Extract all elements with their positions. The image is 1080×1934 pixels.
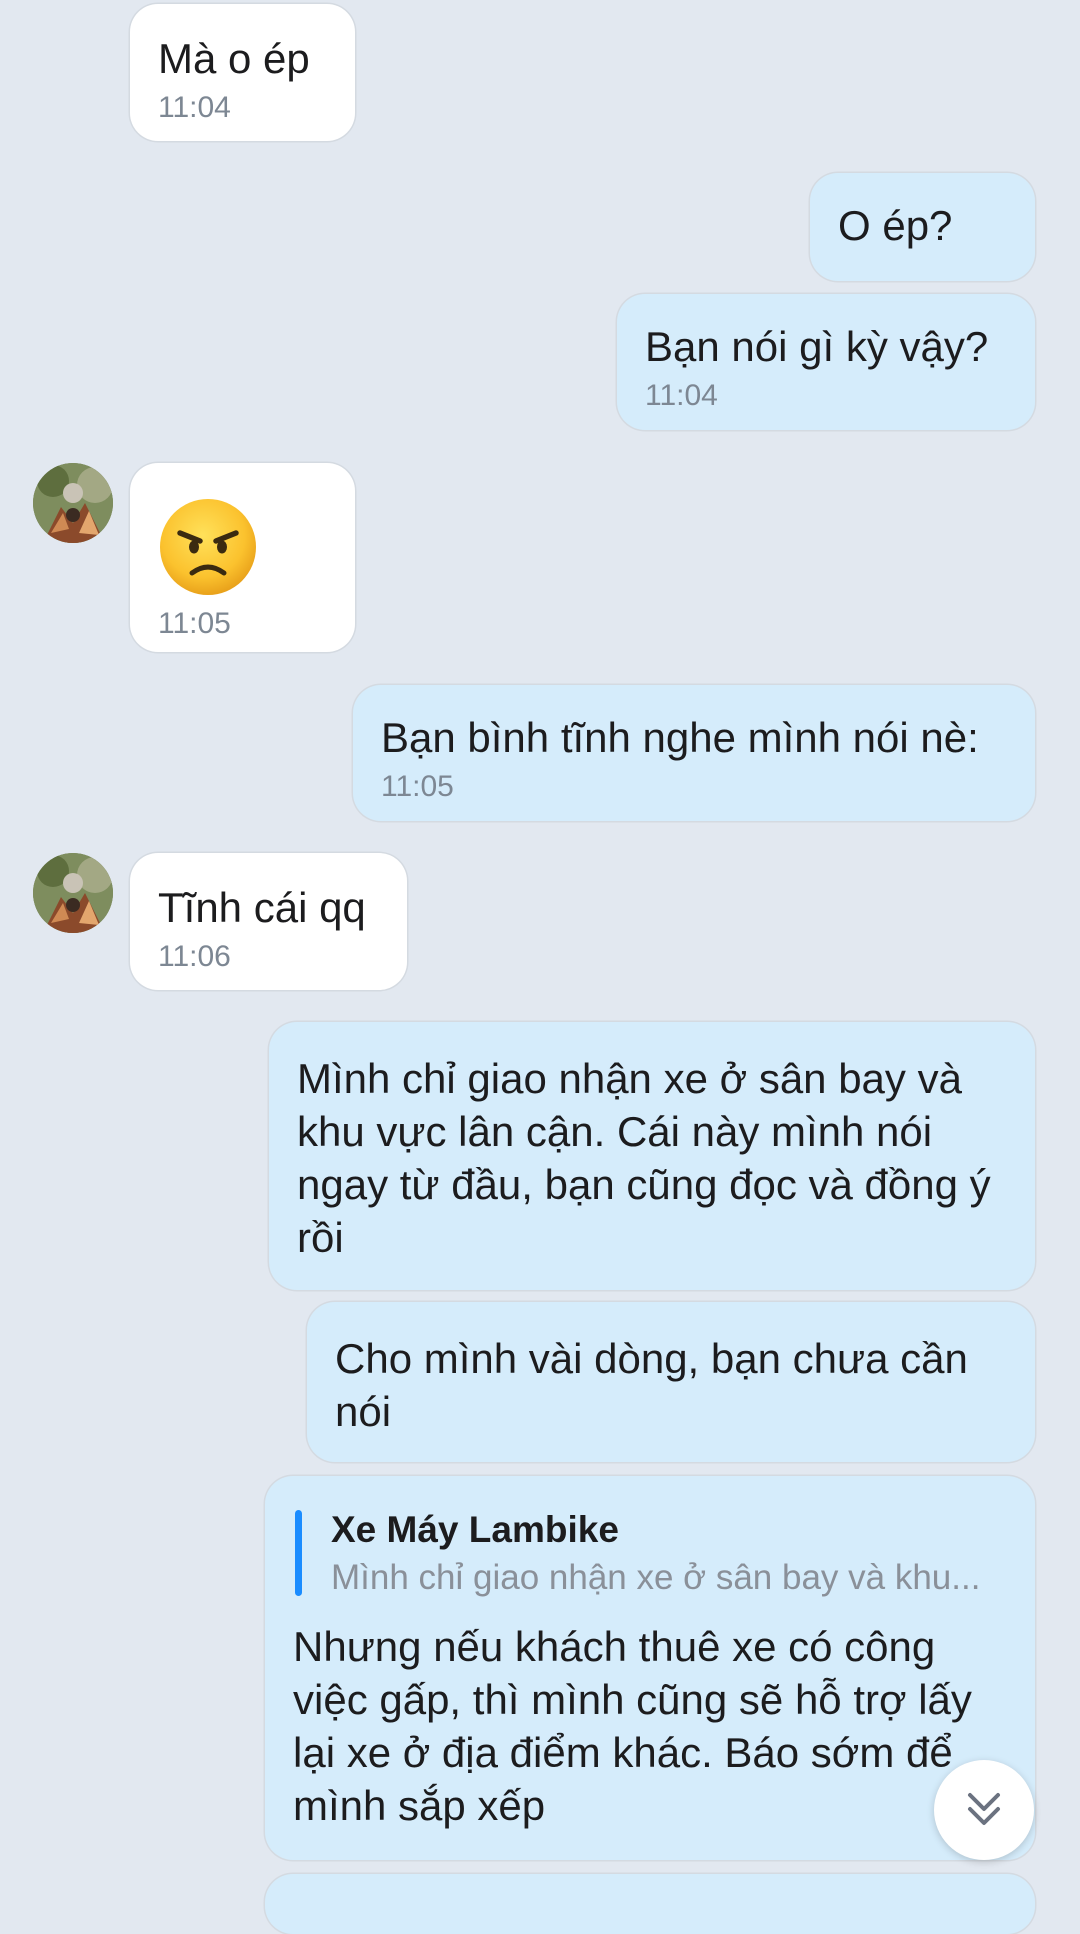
message-time: 11:04 — [158, 91, 231, 124]
double-chevron-down-icon — [968, 1793, 1000, 1825]
message-time: 11:05 — [381, 770, 454, 803]
outgoing-message[interactable] — [265, 1874, 1035, 1934]
message-text: Nhưng nếu khách thuê xe có công việc gấp… — [293, 1623, 984, 1829]
message-text: Cho mình vài dòng, bạn chưa cần nói — [335, 1335, 980, 1435]
quote-accent-bar — [295, 1510, 302, 1596]
avatar-image — [33, 463, 113, 543]
incoming-message[interactable]: Mà o ép 11:04 — [130, 4, 355, 141]
scroll-to-bottom-button[interactable] — [934, 1760, 1034, 1860]
outgoing-reply-message[interactable]: Xe Máy Lambike Mình chỉ giao nhận xe ở s… — [265, 1476, 1035, 1860]
message-time: 11:04 — [645, 379, 718, 412]
angry-face-icon — [160, 499, 256, 595]
quote-preview-text: Mình chỉ giao nhận xe ở sân bay và khu..… — [331, 1558, 981, 1597]
outgoing-message[interactable]: O ép? — [810, 173, 1035, 281]
message-text: Mà o ép — [158, 35, 310, 82]
message-text: Tĩnh cái qq — [158, 884, 366, 931]
incoming-message[interactable]: 11:05 — [130, 463, 355, 652]
message-time: 11:06 — [158, 940, 231, 973]
outgoing-message[interactable]: Bạn bình tĩnh nghe mình nói nè: 11:05 — [353, 685, 1035, 821]
outgoing-message[interactable]: Bạn nói gì kỳ vậy? 11:04 — [617, 294, 1035, 430]
message-text: Bạn bình tĩnh nghe mình nói nè: — [381, 714, 979, 761]
reply-quote[interactable]: Xe Máy Lambike Mình chỉ giao nhận xe ở s… — [295, 1506, 1007, 1602]
quote-sender-name: Xe Máy Lambike — [331, 1509, 619, 1550]
message-time: 11:05 — [158, 607, 231, 640]
contact-avatar[interactable] — [33, 853, 113, 933]
avatar-image — [33, 853, 113, 933]
chat-message-list[interactable]: Mà o ép 11:04 O ép? Bạn nói gì kỳ vậy? 1… — [0, 0, 1080, 1934]
outgoing-message[interactable]: Mình chỉ giao nhận xe ở sân bay và khu v… — [269, 1022, 1035, 1290]
incoming-message[interactable]: Tĩnh cái qq 11:06 — [130, 853, 407, 990]
message-text: Mình chỉ giao nhận xe ở sân bay và khu v… — [297, 1055, 1003, 1261]
contact-avatar[interactable] — [33, 463, 113, 543]
outgoing-message[interactable]: Cho mình vài dòng, bạn chưa cần nói — [307, 1302, 1035, 1462]
message-text: Bạn nói gì kỳ vậy? — [645, 323, 989, 370]
message-text: O ép? — [838, 202, 953, 249]
